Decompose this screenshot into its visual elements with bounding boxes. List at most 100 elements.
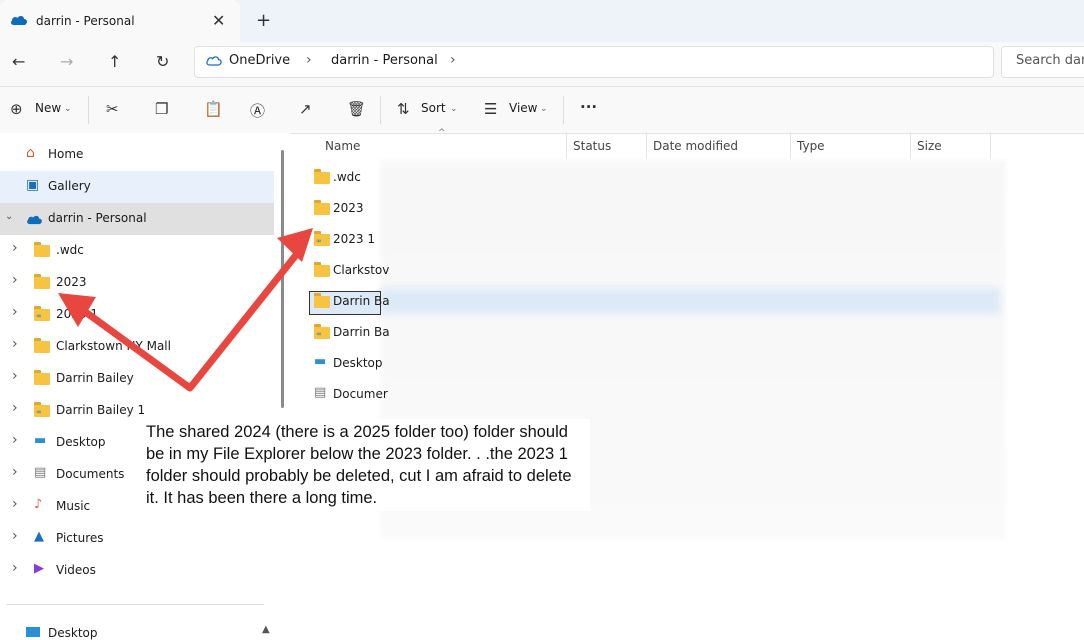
folder-icon [34,338,50,353]
sidebar-item-label: .wdc [56,243,84,257]
chevron-right-icon[interactable]: › [12,304,18,320]
file-row[interactable]: .wdc [300,162,1000,193]
annotation-text: The shared 2024 (there is a 2025 folder … [142,419,590,511]
sidebar-item[interactable]: › Clarkstown NY Mall [0,331,274,363]
new-tab-icon[interactable]: + [256,10,271,31]
scroll-up-icon[interactable]: ▲ [262,624,270,635]
copy-icon[interactable]: ❐ [155,100,168,118]
chevron-right-icon[interactable]: › [12,432,18,448]
file-row[interactable]: Clarkstov [300,255,1000,286]
breadcrumb-onedrive[interactable]: OneDrive [229,53,290,68]
view-button[interactable]: View [509,101,537,115]
column-date-modified[interactable]: Date modified [653,139,738,153]
folder-icon [314,200,330,215]
column-divider[interactable] [566,134,567,158]
sidebar-item[interactable]: › ▲ Pictures [0,523,274,555]
file-name: Desktop [333,356,383,370]
chevron-right-icon[interactable]: › [12,336,18,352]
column-divider[interactable] [646,134,647,158]
chevron-right-icon[interactable]: › [12,400,18,416]
file-row[interactable]: ∞ Darrin Ba [300,317,1000,348]
forward-arrow-icon[interactable]: → [60,52,73,71]
file-row[interactable]: ∞ 2023 1 [300,224,1000,255]
sidebar-scrollbar[interactable] [281,150,284,408]
sidebar-item-home[interactable]: ⌂ Home [0,139,274,171]
gallery-icon: ▣ [26,177,40,193]
sidebar-item-gallery[interactable]: ▣ Gallery [0,171,274,203]
close-tab-icon[interactable]: ✕ [212,11,225,30]
file-row[interactable]: ▬ Desktop [300,348,1000,379]
documents-icon: ▤ [34,465,47,480]
column-divider[interactable] [790,134,791,158]
sidebar-item-label: Desktop [56,435,106,449]
chevron-right-icon[interactable]: › [12,240,18,256]
address-bar[interactable] [194,46,994,78]
file-name: 2023 [333,201,364,215]
file-name: Darrin Ba [333,294,390,308]
more-options-icon[interactable]: ··· [580,98,597,116]
delete-trash-icon[interactable]: 🗑 [347,100,366,118]
breadcrumb-darrin-personal[interactable]: darrin - Personal [331,53,438,68]
column-divider[interactable] [990,134,991,158]
share-icon[interactable]: ↗ [299,100,312,118]
cut-icon[interactable]: ✂ [106,100,119,118]
chevron-right-icon[interactable]: › [12,464,18,480]
file-name: Documer [333,387,388,401]
chevron-down-icon[interactable]: ⌄ [5,211,13,222]
file-name: Darrin Ba [333,325,390,339]
folder-icon [34,370,50,385]
column-type[interactable]: Type [797,139,825,153]
onedrive-cloud-outline-icon [206,56,222,66]
search-input[interactable]: Search darr [1016,53,1084,68]
videos-icon: ▶ [34,561,44,576]
sidebar-item-label: darrin - Personal [48,211,147,225]
shared-folder-icon: ∞ [314,324,330,339]
folder-icon [34,242,50,257]
chevron-down-icon[interactable]: ⌄ [540,104,548,114]
chevron-right-icon[interactable]: › [12,560,18,576]
sidebar-item[interactable]: › ▶ Videos [0,555,274,587]
column-name[interactable]: Name [325,139,360,153]
file-row[interactable]: 2023 [300,193,1000,224]
chevron-right-icon[interactable]: › [12,496,18,512]
view-list-icon[interactable]: ☰ [484,100,497,118]
column-size[interactable]: Size [917,139,942,153]
rename-icon[interactable]: Ⓐ [250,100,265,121]
up-arrow-icon[interactable]: ↑ [108,52,121,71]
sidebar-item-label: Home [48,147,84,161]
sort-ascending-icon: ^ [438,128,446,138]
sidebar-item[interactable]: › 2023 [0,267,274,299]
refresh-icon[interactable]: ↻ [156,52,169,71]
chevron-right-icon[interactable]: › [12,528,18,544]
shared-folder-icon: ∞ [34,402,50,417]
chevron-down-icon[interactable]: ⌄ [64,104,72,114]
column-divider[interactable] [910,134,911,158]
file-row[interactable]: Darrin Ba [300,286,1000,317]
file-row[interactable]: ▤ Documer [300,379,1000,410]
chevron-down-icon[interactable]: ⌄ [450,104,458,114]
sidebar-item-desktop-bottom[interactable]: Desktop [48,626,98,640]
chevron-right-icon[interactable]: › [12,368,18,384]
divider [380,96,381,124]
sidebar-item-darrin-personal[interactable]: ⌄ darrin - Personal [0,203,274,235]
tab-title: darrin - Personal [36,14,135,28]
sidebar-item[interactable]: › Darrin Bailey [0,363,274,395]
chevron-right-icon[interactable]: › [306,52,312,68]
sidebar-item[interactable]: › ∞ 2023 1 [0,299,274,331]
file-name: .wdc [333,170,361,184]
sort-button[interactable]: Sort [421,101,446,115]
pictures-icon: ▲ [34,529,44,544]
new-plus-icon[interactable]: ⊕ [10,100,23,118]
sort-icon[interactable]: ⇅ [397,100,410,118]
chevron-right-icon[interactable]: › [12,272,18,288]
paste-icon[interactable]: 📋 [204,100,223,118]
folder-icon [314,262,330,277]
chevron-right-icon[interactable]: › [450,52,456,68]
column-status[interactable]: Status [573,139,611,153]
music-icon: ♪ [34,497,43,512]
sidebar-item-label: Documents [56,467,125,481]
new-button[interactable]: New [35,101,61,115]
sidebar-item[interactable]: › .wdc [0,235,274,267]
back-arrow-icon[interactable]: ← [12,52,25,71]
sidebar-item-label: Darrin Bailey [56,371,134,385]
